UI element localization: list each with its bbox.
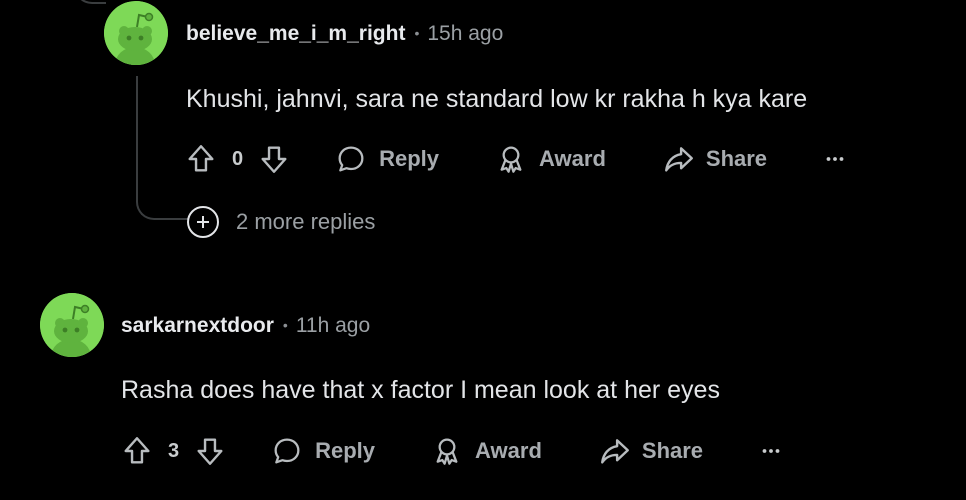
award-button[interactable]: Award — [431, 435, 542, 467]
share-button[interactable]: Share — [662, 142, 767, 176]
snoo-avatar-icon — [104, 1, 168, 65]
downvote-button[interactable] — [193, 434, 227, 468]
ellipsis-icon — [762, 449, 780, 453]
reply-label: Reply — [379, 146, 440, 171]
share-arrow-icon — [600, 439, 629, 464]
award-button[interactable]: Award — [495, 143, 606, 175]
downvote-button[interactable] — [257, 142, 291, 176]
comment-meta: sarkarnextdoor • 11h ago — [121, 314, 370, 338]
vote-count: 3 — [168, 439, 180, 462]
vote-count: 0 — [232, 147, 244, 170]
ellipsis-icon — [826, 157, 844, 161]
upvote-icon — [188, 145, 214, 172]
meta-separator: • — [414, 25, 420, 41]
reply-button[interactable]: Reply — [271, 435, 375, 467]
downvote-icon — [261, 146, 287, 173]
comment-actions: 0 Reply Award Share — [184, 139, 847, 179]
award-label: Award — [539, 146, 606, 171]
thread-line-reply — [136, 76, 188, 220]
award-ribbon-icon — [500, 146, 522, 173]
username[interactable]: believe_me_i_m_right — [186, 22, 405, 46]
thread-line-top — [74, 0, 106, 4]
comment-thread: believe_me_i_m_right • 15h ago Khushi, j… — [0, 0, 966, 500]
share-label: Share — [641, 438, 704, 463]
upvote-button[interactable] — [120, 434, 154, 468]
share-arrow-icon — [664, 147, 693, 172]
speech-bubble-icon — [274, 438, 300, 464]
reply-label: Reply — [315, 438, 376, 463]
meta-separator: • — [282, 317, 288, 333]
downvote-icon — [197, 438, 223, 465]
timestamp[interactable]: 11h ago — [296, 314, 370, 338]
comment-meta: believe_me_i_m_right • 15h ago — [186, 22, 503, 46]
award-label: Award — [475, 438, 542, 463]
overflow-menu-button[interactable] — [759, 439, 783, 463]
snoo-avatar-icon — [40, 293, 104, 357]
share-button[interactable]: Share — [598, 434, 703, 468]
share-label: Share — [705, 146, 768, 171]
comment-body: Khushi, jahnvi, sara ne standard low kr … — [186, 85, 808, 113]
timestamp[interactable]: 15h ago — [427, 22, 503, 46]
plus-circle-icon — [187, 206, 219, 238]
overflow-menu-button[interactable] — [823, 147, 847, 171]
comment-body: Rasha does have that x factor I mean loo… — [121, 376, 720, 404]
upvote-button[interactable] — [184, 142, 218, 176]
speech-bubble-icon — [338, 146, 364, 172]
avatar[interactable] — [104, 1, 168, 65]
more-replies-button[interactable]: 2 more replies — [187, 206, 375, 238]
upvote-icon — [124, 437, 150, 464]
reply-button[interactable]: Reply — [335, 143, 439, 175]
award-ribbon-icon — [436, 438, 458, 465]
more-replies-label: 2 more replies — [236, 209, 376, 234]
avatar[interactable] — [40, 293, 104, 357]
username[interactable]: sarkarnextdoor — [121, 314, 274, 338]
comment-actions: 3 Reply Award Share — [120, 431, 783, 471]
